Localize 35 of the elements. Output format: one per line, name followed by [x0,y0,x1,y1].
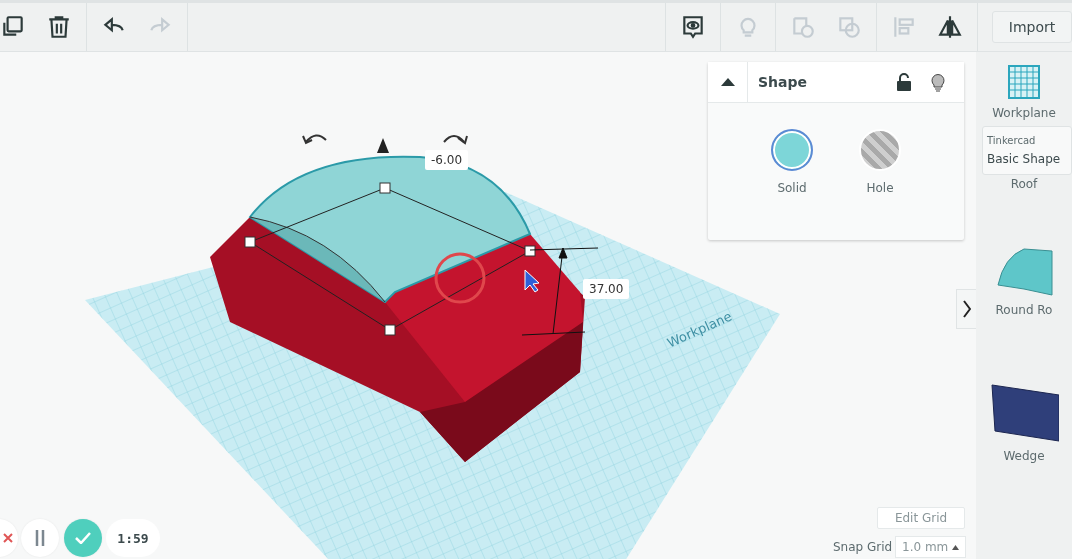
wedge-shape-icon [989,381,1059,443]
snap-grid-label: Snap Grid [833,540,893,554]
group-icon [790,14,816,40]
snap-grid-select[interactable]: 1.0 mm [895,536,966,558]
grid-icon[interactable] [1007,64,1041,100]
check-icon [75,532,91,544]
eye-bubble-icon [680,14,706,40]
caret-icon [952,544,959,550]
chevron-right-icon [962,300,971,318]
pause-button[interactable] [21,519,59,557]
unlock-icon[interactable] [896,73,912,91]
shape-item[interactable]: Round Ro [994,237,1054,317]
sidebar-toggle-button[interactable] [956,289,976,329]
timer: 1:59 [106,519,160,557]
rotate-arrow-icon [302,134,327,145]
close-icon [3,533,13,543]
mirror-icon [937,14,963,40]
shape-item[interactable]: Wedge [989,381,1059,463]
pause-icon [35,530,45,546]
rotate-arrow-icon [443,135,468,145]
panel-title: Shape [758,74,808,90]
caret-icon [720,78,735,86]
edit-grid-button[interactable]: Edit Grid [877,507,965,529]
cursor-icon [524,269,540,293]
workplane-label: Workplane [992,106,1056,120]
lightbulb-icon[interactable] [930,72,946,92]
align-icon [891,14,917,40]
shape-item[interactable]: Roof [1010,177,1038,191]
lift-cone-icon [377,138,389,153]
dimension-label: -6.00 [425,150,469,170]
dimension-label: 37.00 [583,279,630,299]
ungroup-icon [836,14,862,40]
trash-icon [46,14,72,40]
import-button[interactable]: Import [992,11,1072,43]
library-selector[interactable]: Tinkercad Basic Shape [982,126,1072,175]
